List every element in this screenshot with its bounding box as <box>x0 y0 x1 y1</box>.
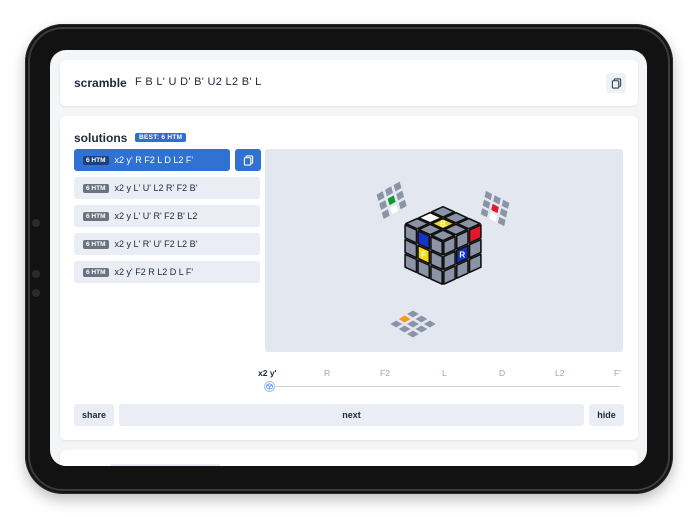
best-badge: BEST: 6 HTM <box>135 133 187 142</box>
face-label: R <box>459 251 465 260</box>
timeline-step[interactable]: L <box>442 368 447 378</box>
scramble-card: scramble F B L' U D' B' U2 L2 B' L <box>60 60 638 106</box>
share-button[interactable]: share <box>74 404 114 426</box>
solutions-title: solutions <box>74 131 128 145</box>
cube-icon <box>266 383 273 390</box>
placeholder-bar <box>110 464 220 466</box>
cube-viewer[interactable]: B F R <box>265 149 623 352</box>
face-label: B <box>440 220 446 229</box>
htm-badge: 6 HTM <box>83 239 109 249</box>
timeline-step[interactable]: x2 y' <box>258 368 277 378</box>
timeline-step[interactable]: F' <box>614 368 621 378</box>
timeline-step[interactable]: L2 <box>555 368 564 378</box>
solution-item[interactable]: 6 HTM x2 y L' R' U' F2 L2 B' <box>74 233 260 255</box>
solution-item[interactable]: 6 HTM x2 y L' U' R' F2 B' L2 <box>74 205 260 227</box>
solution-moves: x2 y L' R' U' F2 L2 B' <box>114 239 198 249</box>
solution-item[interactable]: 6 HTM x2 y' R F2 L D L2 F' <box>74 149 230 171</box>
next-button[interactable]: next <box>119 404 584 426</box>
timeline-step[interactable]: R <box>324 368 330 378</box>
side-button <box>32 270 40 278</box>
copy-icon <box>611 77 621 89</box>
app-screen: scramble F B L' U D' B' U2 L2 B' L solut… <box>50 50 647 466</box>
scramble-moves: F B L' U D' B' U2 L2 B' L <box>135 76 262 88</box>
hide-button[interactable]: hide <box>589 404 624 426</box>
timeline-track[interactable] <box>270 386 620 387</box>
side-button <box>32 289 40 297</box>
next-card-partial <box>60 450 638 466</box>
cube-3d-icon: B F R <box>375 180 511 339</box>
htm-badge: 6 HTM <box>83 211 109 221</box>
timeline-step[interactable]: D <box>499 368 505 378</box>
solutions-card: solutions BEST: 6 HTM 6 HTM x2 y' R F2 L… <box>60 116 638 440</box>
timeline-step[interactable]: F2 <box>380 368 390 378</box>
solution-moves: x2 y L' U' L2 R' F2 B' <box>114 183 198 193</box>
htm-badge: 6 HTM <box>83 267 109 277</box>
htm-badge: 6 HTM <box>83 183 109 193</box>
solution-moves: x2 y L' U' R' F2 B' L2 <box>114 211 198 221</box>
move-timeline[interactable]: x2 y' R F2 L D L2 F' <box>258 366 626 396</box>
face-label: F <box>421 251 426 260</box>
htm-badge: 6 HTM <box>83 155 109 165</box>
copy-solution-button[interactable] <box>235 149 261 171</box>
copy-icon <box>243 154 253 166</box>
solution-moves: x2 y' R F2 L D L2 F' <box>114 155 194 165</box>
solution-item[interactable]: 6 HTM x2 y' F2 R L2 D L F' <box>74 261 260 283</box>
solution-item[interactable]: 6 HTM x2 y L' U' L2 R' F2 B' <box>74 177 260 199</box>
side-camera-dot <box>32 219 40 227</box>
copy-scramble-button[interactable] <box>606 73 626 93</box>
solution-moves: x2 y' F2 R L2 D L F' <box>114 267 194 277</box>
scramble-title: scramble <box>74 76 127 90</box>
timeline-handle[interactable] <box>264 381 275 392</box>
